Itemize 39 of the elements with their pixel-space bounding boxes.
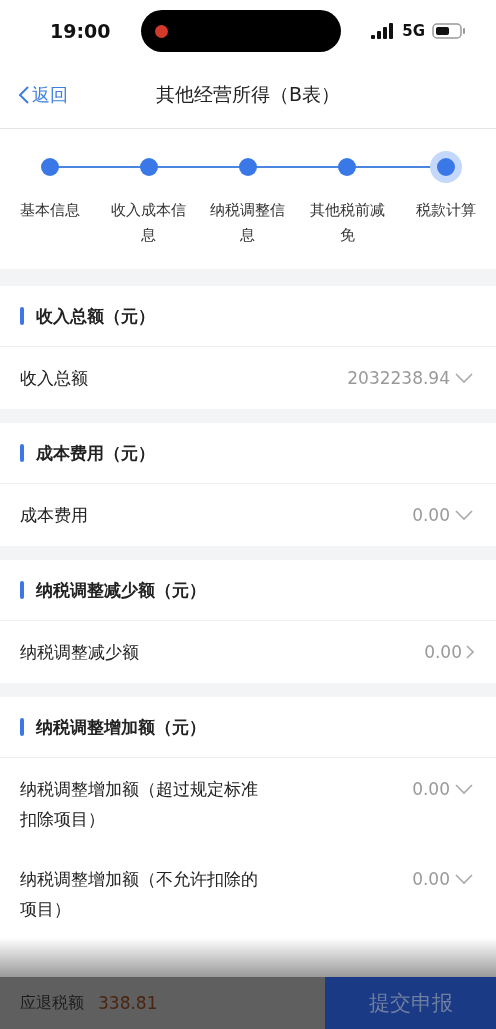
refund-label: 应退税额 bbox=[20, 992, 84, 1014]
network-label: 5G bbox=[402, 22, 425, 40]
step-label: 基本信息 bbox=[18, 200, 81, 221]
step-label: 收入成本信息 bbox=[110, 200, 188, 246]
section-title: 纳税调整减少额（元） bbox=[36, 578, 206, 602]
page-title: 其他经营所得（B表） bbox=[156, 82, 340, 107]
back-button[interactable]: 返回 bbox=[18, 83, 68, 107]
step-label: 税款计算 bbox=[415, 200, 478, 221]
recording-dot-icon bbox=[154, 24, 168, 38]
section-title: 收入总额（元） bbox=[36, 304, 155, 328]
chevron-down-icon bbox=[454, 873, 474, 885]
field-label: 纳税调整增加额（超过规定标准扣除项目） bbox=[20, 778, 259, 831]
section-marker bbox=[20, 307, 24, 325]
battery-icon bbox=[432, 23, 466, 39]
submit-button[interactable]: 提交申报 bbox=[325, 977, 496, 1029]
section-marker bbox=[20, 581, 24, 599]
field-value[interactable]: 0.00 bbox=[424, 637, 474, 667]
field-label: 纳税调整增加额（不允许扣除的项目） bbox=[20, 868, 259, 921]
chevron-down-icon bbox=[454, 372, 474, 384]
step-label: 其他税前减免 bbox=[308, 200, 386, 246]
section-marker bbox=[20, 718, 24, 736]
section-marker bbox=[20, 444, 24, 462]
field-label: 纳税调整减少额 bbox=[20, 641, 140, 664]
section-title: 纳税调整增加额（元） bbox=[36, 715, 206, 739]
chevron-down-icon bbox=[454, 509, 474, 521]
step-label: 纳税调整信息 bbox=[209, 200, 287, 246]
chevron-left-icon bbox=[18, 85, 30, 105]
field-value[interactable]: 2032238.94 bbox=[347, 363, 474, 393]
field-value[interactable]: 0.00 bbox=[412, 500, 474, 530]
status-time: 19:00 bbox=[50, 20, 111, 42]
field-value[interactable]: 0.00 bbox=[412, 864, 474, 894]
chevron-right-icon bbox=[466, 645, 474, 659]
field-value[interactable]: 0.00 bbox=[412, 774, 474, 804]
chevron-down-icon bbox=[454, 783, 474, 795]
section-title: 成本费用（元） bbox=[36, 441, 155, 465]
signal-icon bbox=[371, 23, 396, 39]
refund-amount: 338.81 bbox=[98, 993, 158, 1013]
field-label: 成本费用 bbox=[20, 504, 89, 527]
field-label: 收入总额 bbox=[20, 367, 89, 390]
